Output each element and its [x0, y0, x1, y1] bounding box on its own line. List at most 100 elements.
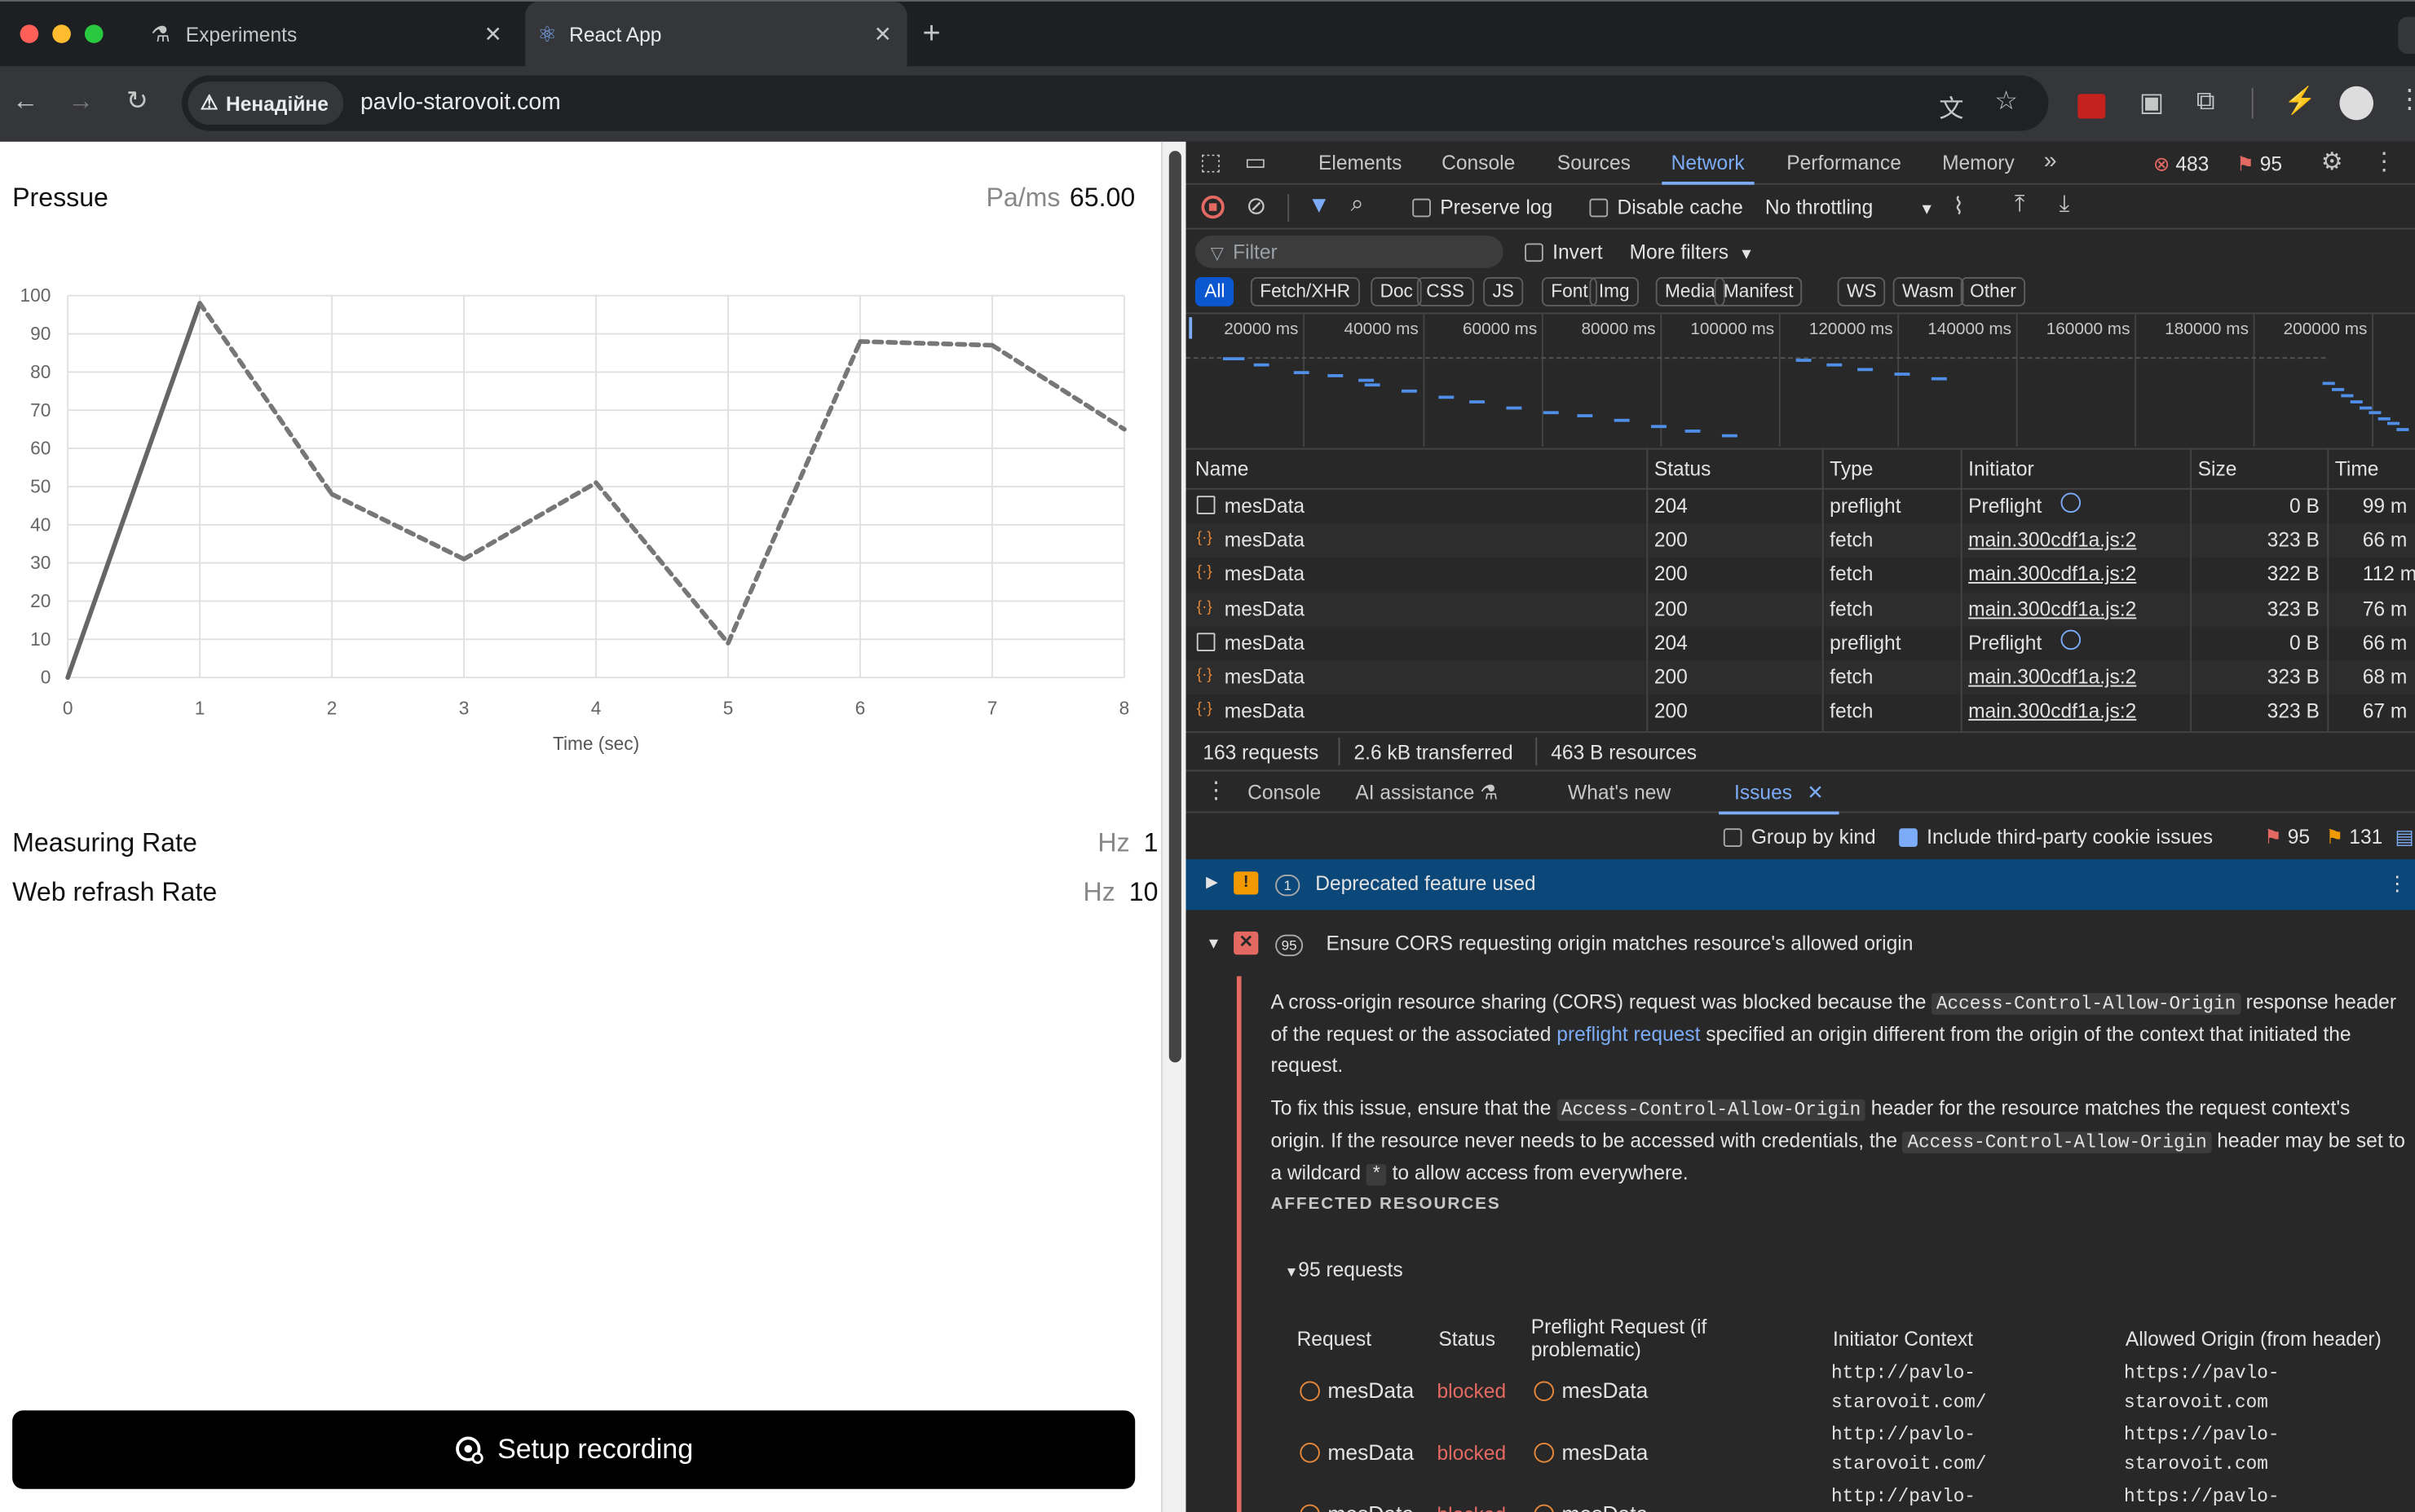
close-tab-icon[interactable]: ✕: [484, 21, 502, 47]
filter-js[interactable]: JS: [1483, 277, 1524, 306]
column-name[interactable]: Name: [1195, 457, 1249, 480]
reload-icon[interactable]: ↻: [126, 86, 148, 117]
request-row[interactable]: {·} mesData 200 fetch main.300cdf1a.js:2 323 …: [1185, 523, 2415, 558]
devtools-menu-icon[interactable]: ⋮: [2372, 146, 2396, 177]
drawer-tab-issues[interactable]: Issues ✕: [1719, 771, 1839, 815]
address-bar[interactable]: ⚠ Ненадійне pavlo-starovoit.com 文 ☆: [181, 75, 2049, 131]
tab-console[interactable]: Console: [1441, 142, 1515, 185]
drawer-tab-whats-new[interactable]: What's new: [1568, 771, 1671, 814]
request-row[interactable]: {·} mesData 200 fetch main.300cdf1a.js:2 322 …: [1186, 558, 2415, 593]
profile-avatar[interactable]: [2339, 86, 2373, 121]
puzzle-extensions-icon[interactable]: ⧉: [2196, 86, 2215, 117]
checkbox[interactable]: [1525, 243, 1543, 262]
tab-experiments[interactable]: ⚗ Experiments ✕: [132, 2, 517, 68]
device-toolbar-icon[interactable]: ▭: [1244, 148, 1266, 175]
page-scrollbar[interactable]: [1161, 141, 1186, 1512]
filter-all[interactable]: All: [1194, 277, 1234, 306]
bookmark-star-icon[interactable]: ☆: [1994, 86, 2018, 117]
tab-sources[interactable]: Sources: [1557, 142, 1631, 185]
collapse-arrow-icon[interactable]: ▼: [1206, 937, 1221, 954]
column-time[interactable]: Time: [2335, 457, 2379, 480]
affected-request[interactable]: mesData: [1300, 1439, 1414, 1464]
close-icon[interactable]: ✕: [1807, 781, 1824, 804]
throttling-select[interactable]: No throttling ▼: [1765, 196, 1935, 218]
request-row[interactable]: {·} mesData 200 fetch main.300cdf1a.js:2 323 …: [1186, 694, 2415, 729]
minimize-window-button[interactable]: [52, 24, 71, 43]
extension-record-icon[interactable]: [2077, 94, 2106, 119]
request-row[interactable]: mesData 204 preflight Preflight 0 B 99 m: [1186, 490, 2415, 524]
import-har-icon[interactable]: ⤒: [2015, 191, 2025, 217]
tab-search-icon[interactable]: [2398, 16, 2415, 55]
affected-preflight[interactable]: mesData: [1534, 1378, 1648, 1403]
initiator-link[interactable]: main.300cdf1a.js:2: [1968, 665, 2136, 688]
maximize-window-button[interactable]: [84, 24, 104, 43]
initiator-link[interactable]: main.300cdf1a.js:2: [1968, 699, 2136, 722]
column-initiator[interactable]: Initiator: [1968, 457, 2034, 480]
column-type[interactable]: Type: [1830, 457, 1873, 480]
column-status[interactable]: Status: [1654, 457, 1711, 480]
request-row[interactable]: mesData 204 preflight Preflight 0 B 66 m: [1186, 626, 2415, 660]
settings-gear-icon[interactable]: ⚙: [2321, 146, 2343, 177]
affected-preflight[interactable]: mesData: [1534, 1439, 1648, 1464]
filter-wasm[interactable]: Wasm: [1892, 277, 1963, 306]
clear-icon[interactable]: ⊘: [1246, 191, 1266, 222]
error-counter[interactable]: ⊗ 483: [2153, 152, 2209, 177]
expand-arrow-icon[interactable]: ▶: [1206, 875, 1218, 892]
initiator-link[interactable]: main.300cdf1a.js:2: [1968, 562, 2136, 585]
issue-deprecated-feature[interactable]: ▶ ! 1 Deprecated feature used ⋮: [1185, 859, 2415, 910]
affected-request[interactable]: mesData: [1300, 1378, 1414, 1403]
filter-css[interactable]: CSS: [1416, 277, 1474, 306]
initiator-link[interactable]: main.300cdf1a.js:2: [1968, 528, 2136, 551]
close-window-button[interactable]: [20, 24, 39, 43]
issue-errors-count[interactable]: ⚑ 95: [2264, 826, 2310, 850]
include-third-party-checkbox[interactable]: Include third-party cookie issues: [1899, 826, 2213, 849]
drawer-tab-console[interactable]: Console: [1247, 771, 1321, 814]
issue-warnings-count[interactable]: ⚑ 131: [2325, 826, 2382, 850]
disable-cache-checkbox[interactable]: Disable cache: [1589, 196, 1743, 218]
info-icon[interactable]: ▤: [2395, 826, 2413, 850]
security-chip[interactable]: ⚠ Ненадійне: [188, 82, 344, 126]
new-tab-icon[interactable]: +: [923, 17, 941, 52]
request-row[interactable]: {·} mesData 200 fetch main.300cdf1a.js:2 323 …: [1185, 660, 2415, 694]
back-icon[interactable]: ←: [12, 86, 38, 117]
group-by-kind-checkbox[interactable]: Group by kind: [1723, 826, 1876, 849]
url-text[interactable]: pavlo-starovoit.com: [360, 90, 561, 116]
more-filters-dropdown[interactable]: More filters ▼: [1630, 240, 1755, 263]
performance-icon[interactable]: ⚡: [2284, 86, 2316, 117]
drawer-tab-ai-assistance[interactable]: AI assistance ⚗: [1355, 771, 1498, 814]
setup-recording-button[interactable]: Setup recording: [12, 1410, 1136, 1489]
issue-menu-icon[interactable]: ⋮: [2387, 871, 2408, 896]
column-size[interactable]: Size: [2198, 457, 2237, 480]
affected-preflight[interactable]: mesData: [1534, 1501, 1648, 1512]
affected-request[interactable]: mesData: [1300, 1501, 1414, 1512]
preflight-link-icon[interactable]: [2060, 629, 2082, 650]
network-conditions-icon[interactable]: ⌇: [1953, 192, 1964, 220]
tab-elements[interactable]: Elements: [1318, 142, 1402, 185]
initiator-link[interactable]: main.300cdf1a.js:2: [1968, 597, 2136, 619]
request-row[interactable]: {·} mesData 200 fetch main.300cdf1a.js:2 323 …: [1185, 592, 2415, 627]
extension-icon[interactable]: ▣: [2139, 88, 2164, 119]
checkbox[interactable]: [1723, 828, 1742, 847]
filter-doc[interactable]: Doc: [1371, 277, 1423, 306]
more-tabs-icon[interactable]: »: [2044, 148, 2057, 174]
scrollbar-thumb[interactable]: [1168, 151, 1181, 1063]
tab-memory[interactable]: Memory: [1942, 142, 2015, 185]
checkbox[interactable]: [1412, 198, 1431, 218]
checkbox[interactable]: [1589, 198, 1609, 218]
filter-ws[interactable]: WS: [1837, 277, 1886, 306]
filter-manifest[interactable]: Manifest: [1714, 277, 1803, 306]
filter-fetchxhr[interactable]: Fetch/XHR: [1250, 277, 1360, 306]
filter-input[interactable]: ▽ Filter: [1194, 236, 1503, 268]
issue-cors[interactable]: ▼ ✕ 95 Ensure CORS requesting origin mat…: [1186, 919, 2415, 970]
tab-react-app[interactable]: ⚛ React App ✕: [525, 1, 907, 68]
menu-icon[interactable]: ⋮: [2396, 85, 2415, 116]
export-har-icon[interactable]: ⤓: [2060, 191, 2070, 217]
translate-icon[interactable]: 文: [1939, 88, 1963, 125]
forward-icon[interactable]: →: [68, 86, 94, 117]
preflight-link-icon[interactable]: [2060, 492, 2082, 514]
record-stop-icon[interactable]: [1201, 195, 1225, 219]
search-icon[interactable]: ⌕: [1351, 191, 1364, 217]
issue-counter[interactable]: ⚑ 95: [2236, 152, 2282, 177]
tab-performance[interactable]: Performance: [1786, 142, 1901, 185]
requests-toggle[interactable]: ▼95 requests: [1284, 1258, 1402, 1281]
